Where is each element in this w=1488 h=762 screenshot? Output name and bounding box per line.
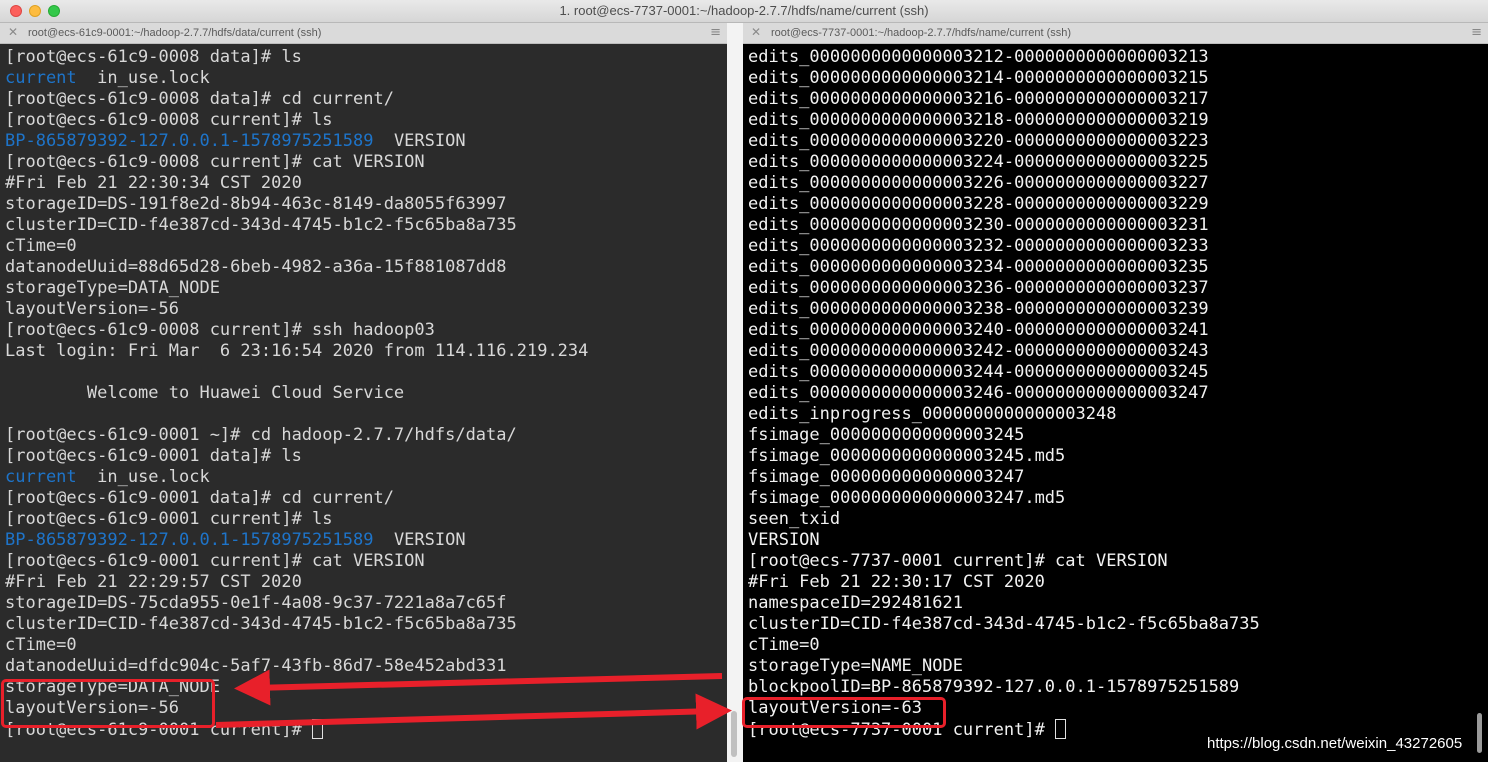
arrow-to-right-layout-version: [215, 693, 732, 730]
watermark-text: https://blog.csdn.net/weixin_43272605: [1207, 735, 1463, 752]
arrow-to-left-storage-type: [234, 669, 723, 706]
annotation-arrows: [215, 669, 732, 730]
